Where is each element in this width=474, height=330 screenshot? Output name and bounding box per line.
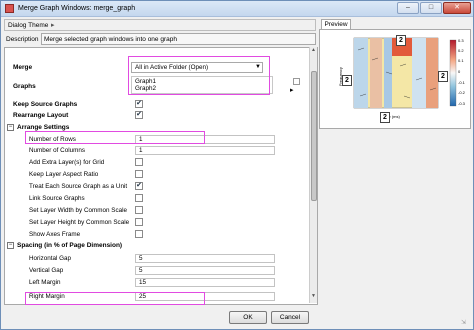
layer-height-checkbox[interactable] bbox=[135, 218, 143, 226]
layer-width-checkbox[interactable] bbox=[135, 206, 143, 214]
number-of-columns-input[interactable]: 1 bbox=[135, 146, 275, 155]
checkbox-row: Show Axes Frame bbox=[5, 229, 311, 240]
right-margin-highlight bbox=[25, 292, 205, 305]
checkbox-row: Set Layer Height by Common Scale bbox=[5, 217, 311, 228]
keep-aspect-ratio-label: Keep Layer Aspect Ratio bbox=[29, 171, 99, 178]
add-extra-layer-label: Add Extra Layer(s) for Grid bbox=[29, 159, 105, 166]
preview-panel: 0.3 0.2 0.1 0 -0.1 -0.2 -0.3 Time (ms) F… bbox=[319, 29, 471, 129]
number-of-columns-row: Number of Columns 1 bbox=[5, 145, 311, 156]
settings-scrollbar[interactable]: ▲ ▼ bbox=[309, 47, 317, 303]
link-source-graphs-label: Link Source Graphs bbox=[29, 195, 85, 202]
horizontal-gap-label: Horizontal Gap bbox=[29, 255, 71, 262]
dialog-theme-bar[interactable]: Dialog Theme ▸ bbox=[4, 19, 316, 31]
scrollbar-thumb[interactable] bbox=[311, 71, 317, 201]
minimize-button[interactable]: – bbox=[397, 2, 419, 14]
merge-graph-dialog: Merge Graph Windows: merge_graph – □ ✕ D… bbox=[0, 0, 474, 330]
keep-source-checkbox[interactable]: ✔ bbox=[135, 100, 143, 108]
heatmap-band bbox=[412, 38, 426, 108]
horizontal-gap-row: Horizontal Gap 5 bbox=[5, 253, 311, 264]
left-margin-input[interactable]: 15 bbox=[135, 278, 275, 287]
collapse-spacing-icon[interactable]: − bbox=[7, 242, 14, 249]
show-axes-frame-checkbox[interactable] bbox=[135, 230, 143, 238]
add-extra-layer-checkbox[interactable] bbox=[135, 158, 143, 166]
heatmap-band bbox=[384, 38, 392, 108]
graphs-label: Graphs bbox=[13, 83, 36, 90]
layer-height-label: Set Layer Height by Common Scale bbox=[29, 219, 130, 226]
window-title: Merge Graph Windows: merge_graph bbox=[18, 5, 136, 12]
arrange-settings-header: Arrange Settings bbox=[17, 124, 70, 131]
left-margin-row: Left Margin 15 bbox=[5, 277, 311, 288]
merge-graphs-highlight bbox=[128, 56, 270, 95]
layer-number-label: 2 bbox=[438, 71, 448, 82]
description-field: Merge selected graph windows into one gr… bbox=[41, 33, 316, 45]
dialog-theme-label: Dialog Theme bbox=[8, 22, 49, 29]
link-source-graphs-checkbox[interactable] bbox=[135, 194, 143, 202]
rows-highlight bbox=[25, 131, 205, 144]
colorbar-tick: 0.2 bbox=[458, 48, 464, 53]
keep-aspect-ratio-checkbox[interactable] bbox=[135, 170, 143, 178]
ok-button[interactable]: OK bbox=[229, 311, 267, 324]
rearrange-label: Rearrange Layout bbox=[13, 112, 69, 119]
vertical-gap-input[interactable]: 5 bbox=[135, 266, 275, 275]
dialog-theme-arrow-icon[interactable]: ▸ bbox=[51, 21, 55, 29]
colorbar-tick: -0.3 bbox=[458, 101, 466, 106]
horizontal-gap-input[interactable]: 5 bbox=[135, 254, 275, 263]
heatmap-band bbox=[354, 38, 368, 108]
colorbar bbox=[449, 39, 457, 107]
left-margin-label: Left Margin bbox=[29, 279, 61, 286]
colorbar-tick: 0.3 bbox=[458, 38, 464, 43]
colorbar-tick: -0.1 bbox=[458, 80, 466, 85]
number-of-columns-label: Number of Columns bbox=[29, 147, 85, 154]
layer-number-label: 2 bbox=[380, 112, 390, 123]
colorbar-tick: 0 bbox=[458, 69, 461, 74]
checkbox-row: Link Source Graphs bbox=[5, 193, 311, 204]
origin-app-icon bbox=[5, 4, 14, 13]
checkbox-row: Keep Layer Aspect Ratio bbox=[5, 169, 311, 180]
colorbar-tick: 0.1 bbox=[458, 58, 464, 63]
layer-number-label: 2 bbox=[396, 35, 406, 46]
resize-grip-icon[interactable]: ⇲ bbox=[461, 319, 471, 329]
vertical-gap-row: Vertical Gap 5 bbox=[5, 265, 311, 276]
merge-label: Merge bbox=[13, 64, 33, 71]
description-label: Description bbox=[6, 36, 39, 43]
vertical-gap-label: Vertical Gap bbox=[29, 267, 64, 274]
scroll-up-icon[interactable]: ▲ bbox=[310, 47, 317, 55]
rearrange-checkbox[interactable]: ✔ bbox=[135, 111, 143, 119]
checkbox-row: Treat Each Source Graph as a Unit ✔ bbox=[5, 181, 311, 192]
cancel-button[interactable]: Cancel bbox=[271, 311, 309, 324]
spacing-header: Spacing (in % of Page Dimension) bbox=[17, 242, 123, 249]
show-axes-frame-label: Show Axes Frame bbox=[29, 231, 81, 238]
heatmap-band bbox=[426, 38, 438, 108]
treat-as-unit-checkbox[interactable]: ✔ bbox=[135, 182, 143, 190]
graph-browse-icon[interactable]: ▸ bbox=[290, 86, 294, 94]
layer-width-label: Set Layer Width by Common Scale bbox=[29, 207, 127, 214]
checkbox-row: Set Layer Width by Common Scale bbox=[5, 205, 311, 216]
scroll-down-icon[interactable]: ▼ bbox=[310, 293, 317, 301]
description-text: Merge selected graph windows into one gr… bbox=[44, 36, 177, 43]
checkbox-row: Add Extra Layer(s) for Grid bbox=[5, 157, 311, 168]
treat-as-unit-label: Treat Each Source Graph as a Unit bbox=[29, 183, 128, 190]
layer-number-label: 2 bbox=[342, 75, 352, 86]
graph-select-button[interactable] bbox=[293, 78, 300, 85]
collapse-arrange-icon[interactable]: − bbox=[7, 124, 14, 131]
maximize-button[interactable]: □ bbox=[420, 2, 442, 14]
keep-source-label: Keep Source Graphs bbox=[13, 101, 78, 108]
colorbar-tick: -0.2 bbox=[458, 90, 466, 95]
close-button[interactable]: ✕ bbox=[443, 2, 471, 14]
title-bar: Merge Graph Windows: merge_graph – □ ✕ bbox=[1, 1, 473, 17]
heatmap-band bbox=[370, 38, 382, 108]
